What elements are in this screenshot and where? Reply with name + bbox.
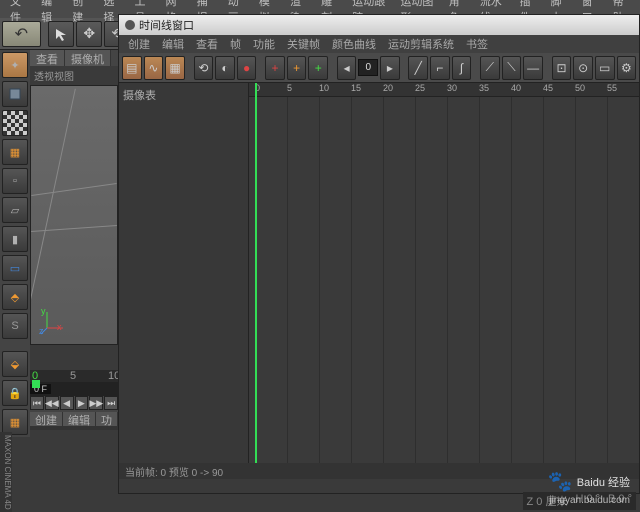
tangent-flat-button[interactable]: — (523, 56, 543, 80)
axis-gizmo[interactable]: y x z (39, 306, 69, 336)
play-forward-button[interactable]: ▶ (75, 396, 89, 410)
edge-mode-button[interactable]: ▱ (2, 197, 28, 223)
viewport-tabs[interactable]: 查看 摄像机 (30, 50, 118, 66)
zoom-sel-button[interactable]: ⊙ (573, 56, 593, 80)
goto-start-button[interactable]: ⏮ (30, 396, 44, 410)
frame-prev-button[interactable]: ◂ (337, 56, 357, 80)
window-title: 时间线窗口 (139, 17, 194, 33)
tab-func[interactable]: 功 (96, 412, 118, 426)
filter-button[interactable]: ⚙ (617, 56, 637, 80)
select-tool-button[interactable] (48, 21, 74, 47)
tangent-auto-button[interactable]: ⟋ (480, 56, 500, 80)
next-key-button[interactable]: ▶▶ (89, 396, 103, 410)
workplane-button[interactable]: ▦ (2, 139, 28, 165)
tl-menu-create[interactable]: 创建 (123, 36, 155, 52)
record-button[interactable]: ● (237, 56, 257, 80)
workplane-lock-button[interactable]: 🔒 (2, 380, 28, 406)
watermark: 🐾 Baidu 经验 (548, 469, 630, 494)
viewport-label: 透视视图 (30, 66, 118, 85)
timeline-grid (249, 97, 639, 463)
timeline-playhead[interactable] (255, 83, 257, 463)
curve-linear-button[interactable]: ╱ (408, 56, 428, 80)
frame-next-button[interactable]: ▸ (380, 56, 400, 80)
dopesheet-mode-button[interactable]: ▤ (122, 56, 142, 80)
window-icon (125, 20, 135, 30)
timeline-track-area[interactable]: 0 5 10 15 20 25 30 35 40 45 50 55 (249, 83, 639, 463)
tl-menu-motion[interactable]: 运动剪辑系统 (383, 36, 459, 52)
tl-menu-frame[interactable]: 帧 (225, 36, 246, 52)
model-mode-button[interactable] (2, 81, 28, 107)
snap-button[interactable]: S (2, 313, 28, 339)
axis-mode-button[interactable]: ⬘ (2, 284, 28, 310)
paw-icon: 🐾 (548, 469, 573, 494)
tab-view[interactable]: 查看 (30, 50, 65, 66)
tl-menu-view[interactable]: 查看 (191, 36, 223, 52)
uv-mode-button[interactable]: ▭ (2, 255, 28, 281)
timeline-toolbar: ▤ ∿ ▦ ⟲ ◐ ● + + + ◂ 0 ▸ ╱ ⌐ ∫ ⟋ ⟍ — ⊡ ⊙ … (119, 53, 639, 83)
object-manager-tabs[interactable]: 创建 编辑 功 (30, 412, 118, 426)
key-pos-button[interactable]: + (265, 56, 285, 80)
frame-number[interactable]: 0 (358, 59, 378, 76)
playback-controls: ⏮ ◀◀ ◀ ▶ ▶▶ ⏭ (30, 396, 118, 412)
undo-button[interactable]: ↶ (2, 21, 41, 47)
left-tool-dock: ✦ ▦ ▫ ▱ ▮ ▭ ⬘ S ⬙ 🔒 ▦ (0, 50, 30, 437)
tl-menu-key[interactable]: 关键帧 (282, 36, 325, 52)
tl-menu-func[interactable]: 功能 (248, 36, 280, 52)
link-view-button[interactable]: ⟲ (194, 56, 214, 80)
tab-create[interactable]: 创建 (30, 412, 63, 426)
playhead-marker[interactable] (32, 380, 40, 388)
key-scale-button[interactable]: + (287, 56, 307, 80)
tl-menu-bookmark[interactable]: 书签 (461, 36, 493, 52)
frame-ruler[interactable]: 0 5 10 (30, 370, 118, 382)
magnet-button[interactable]: ⬙ (2, 351, 28, 377)
tangent-break-button[interactable]: ⟍ (502, 56, 522, 80)
tab-camera[interactable]: 摄像机 (65, 50, 111, 66)
tab-edit[interactable]: 编辑 (63, 412, 96, 426)
tl-menu-fcurve[interactable]: 颜色曲线 (327, 36, 381, 52)
perspective-viewport[interactable]: y x z (30, 85, 118, 345)
fcurve-mode-button[interactable]: ∿ (144, 56, 164, 80)
brand-label: MAXON CINEMA 4D (0, 432, 12, 512)
auto-button[interactable]: ◐ (215, 56, 235, 80)
bottom-timeline: 0 5 10 0 F ⏮ ◀◀ ◀ ▶ ▶▶ ⏭ 创建 编辑 功 (30, 370, 118, 430)
timeline-menubar[interactable]: 创建 编辑 查看 帧 功能 关键帧 颜色曲线 运动剪辑系统 书签 (119, 35, 639, 53)
viewport-panel: 查看 摄像机 透视视图 y x z (30, 50, 118, 370)
point-mode-button[interactable]: ▫ (2, 168, 28, 194)
prev-key-button[interactable]: ◀◀ (45, 396, 59, 410)
watermark-url: jingyan.baidu.com (549, 495, 630, 506)
play-back-button[interactable]: ◀ (60, 396, 74, 410)
zoom-fit-button[interactable]: ⊡ (552, 56, 572, 80)
window-titlebar[interactable]: 时间线窗口 (119, 15, 639, 35)
timeline-window: 时间线窗口 创建 编辑 查看 帧 功能 关键帧 颜色曲线 运动剪辑系统 书签 ▤… (118, 14, 640, 494)
curve-step-button[interactable]: ⌐ (430, 56, 450, 80)
move-tool-button[interactable]: ✥ (76, 21, 102, 47)
curve-spline-button[interactable]: ∫ (452, 56, 472, 80)
region-button[interactable]: ▭ (595, 56, 615, 80)
tl-menu-edit[interactable]: 编辑 (157, 36, 189, 52)
texture-mode-button[interactable] (2, 110, 28, 136)
goto-end-button[interactable]: ⏭ (104, 396, 118, 410)
make-editable-button[interactable]: ✦ (2, 52, 28, 78)
timeline-object-list[interactable]: 摄像表 (119, 83, 249, 463)
timeline-ruler[interactable]: 0 5 10 15 20 25 30 35 40 45 50 55 (249, 83, 639, 97)
polygon-mode-button[interactable]: ▮ (2, 226, 28, 252)
key-rot-button[interactable]: + (308, 56, 328, 80)
motion-mode-button[interactable]: ▦ (165, 56, 185, 80)
track-label: 摄像表 (123, 87, 244, 103)
